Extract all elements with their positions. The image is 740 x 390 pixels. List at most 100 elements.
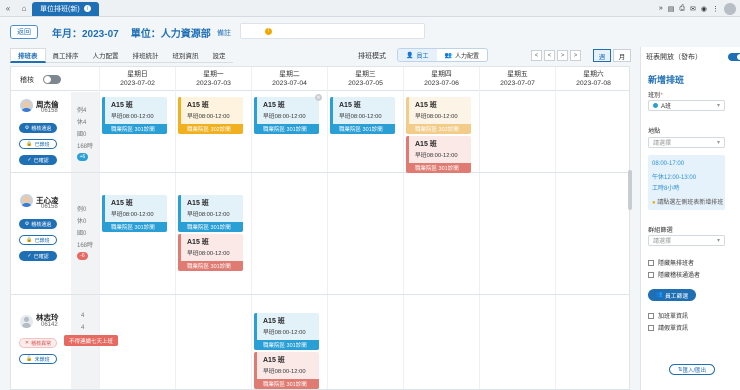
grid-scrollbar[interactable] — [628, 170, 632, 210]
stat-holiday: 國0 — [77, 132, 87, 138]
date: 2023-07-03 — [196, 80, 231, 87]
divider — [479, 91, 480, 389]
shift-info-box: 08:00-17:00 午休12:00-13:00 工時8小時 ● 請點選左側班… — [648, 155, 725, 210]
remove-shift-icon[interactable]: ✕ — [315, 94, 322, 101]
hide-unscheduled-checkbox[interactable]: 隱藏無排班者 — [648, 258, 694, 267]
tab-shift-info[interactable]: 班別資訊 — [165, 48, 206, 63]
location-select[interactable]: 請選擇 — [648, 137, 725, 148]
shift-name: A15 班 — [187, 102, 209, 109]
location-label: 地點 — [648, 128, 661, 135]
shift-card[interactable]: A15 班早班08:00-12:00 職業院區 301診間 — [254, 313, 319, 350]
hide-audited-checkbox[interactable]: 隱藏稽核通過者 — [648, 270, 700, 279]
info-hint: ● 請點選左側班表新增排班 — [652, 197, 723, 206]
mode-staffing[interactable]: 👥 人力配置 — [437, 49, 488, 61]
unlock-icon: 🔓 — [26, 356, 33, 362]
back-button[interactable]: 返回 — [10, 25, 38, 39]
audit-toggle[interactable] — [43, 75, 61, 84]
checkbox[interactable] — [648, 259, 654, 266]
shift-card[interactable]: A15 班早班08:00-12:00 職業院區 301診間 — [330, 97, 395, 134]
date: 2023-07-06 — [424, 80, 459, 87]
group-select[interactable]: 請選擇 — [648, 235, 725, 246]
overtime-info-checkbox[interactable]: 加班單資訊 — [648, 311, 688, 320]
import-export-label: 匯入/匯出 — [682, 367, 707, 374]
shift-card[interactable]: A15 班早班08:00-12:00 職業院區 301診間 — [406, 136, 471, 173]
unlocked-button[interactable]: 🔓 未鎖班 — [19, 354, 57, 364]
shift-card[interactable]: A15 班早班08:00-12:00 職業院區 301診間 — [254, 97, 319, 134]
top-right-tools: » ▤ ⎙ ✉ ◉ ⋮ — [659, 0, 736, 17]
checkbox[interactable] — [648, 271, 654, 278]
collapse-icon[interactable]: « — [0, 0, 16, 16]
print-icon[interactable]: ⎙ — [679, 5, 685, 13]
checkbox[interactable] — [648, 312, 654, 319]
month-view-button[interactable]: 月 — [613, 49, 631, 62]
audit-pass-button[interactable]: ⚙ 稽核通過 — [19, 123, 57, 133]
confirmed-button[interactable]: ✓ 已確認 — [19, 251, 57, 261]
locked-button[interactable]: 🔒 已鎖班 — [19, 235, 57, 245]
audit-pass-button[interactable]: ⚙ 稽核通過 — [19, 219, 57, 229]
more-icon[interactable]: ⋮ — [712, 5, 719, 13]
chat-icon[interactable]: ✉ — [690, 5, 696, 13]
shift-card[interactable]: A15 班早班08:00-12:00 職業院區 301診間 — [178, 195, 243, 232]
date: 2023-07-08 — [576, 80, 611, 87]
row-divider — [11, 172, 629, 173]
divider — [403, 91, 404, 389]
checkbox-label: 請假單資訊 — [658, 326, 689, 332]
panel-title: 新增排班 — [648, 75, 685, 85]
shift-location: 職業院區 302診間 — [181, 124, 243, 134]
shift-card[interactable]: A15 班早班08:00-12:00 職業院區 301診間 — [102, 195, 167, 232]
shift-card[interactable]: A15 班早班08:00-12:00 職業院區 301診間 — [178, 234, 243, 271]
expand-icon[interactable]: » — [659, 5, 663, 12]
stat-hours: 168時 — [77, 243, 94, 249]
tab-schedule[interactable]: 排班表 — [10, 48, 46, 63]
info-hint-text: 請點選左側班表新增排班 — [657, 200, 724, 206]
publish-toggle[interactable] — [728, 53, 740, 61]
leave-info-checkbox[interactable]: 請假單資訊 — [648, 323, 688, 332]
prev-page-button[interactable]: < — [544, 50, 555, 61]
mode-employee[interactable]: 👤 員工 — [398, 49, 437, 61]
lunch-break: 午休12:00-13:00 — [652, 175, 697, 181]
tab-statistics[interactable]: 排班統計 — [125, 48, 166, 63]
shift-card[interactable]: A15 班早班08:00-12:00 職業院區 301診間 — [254, 352, 319, 389]
shift-card[interactable]: A15 班早班08:00-12:00 職業院區 301診間 — [102, 97, 167, 134]
shift-location: 職業院區 301診間 — [257, 124, 319, 134]
shift-location: 職業院區 301診間 — [181, 261, 243, 271]
checkbox[interactable] — [648, 324, 654, 331]
document-icon[interactable]: ▤ — [668, 5, 675, 13]
shift-location: 職業院區 301診間 — [257, 340, 319, 350]
employee-filter-button[interactable]: 👥 員工篩選 — [648, 289, 696, 301]
confirmed-label: 已確認 — [33, 253, 49, 260]
shift-time: 早班08:00-12:00 — [415, 153, 458, 159]
shift-time: 早班08:00-12:00 — [187, 251, 230, 257]
user-avatar[interactable] — [724, 2, 736, 15]
note-field[interactable]: ! — [240, 23, 425, 39]
first-page-button[interactable]: < — [531, 50, 542, 61]
import-export-button[interactable]: ⇅ 匯入/匯出 — [669, 364, 715, 375]
week-view-button[interactable]: 週 — [593, 49, 611, 62]
shift-select[interactable]: A班 — [648, 100, 725, 111]
divider — [327, 91, 328, 389]
home-icon[interactable]: ⌂ — [16, 0, 32, 16]
required-mark: * — [660, 92, 663, 99]
tab-unit-schedule[interactable]: 單位排班(新) i — [32, 1, 99, 16]
last-page-button[interactable]: > — [570, 50, 581, 61]
eye-icon[interactable]: ◉ — [701, 5, 707, 13]
publish-label: 班表開放（發布） — [646, 54, 702, 61]
location-placeholder: 請選擇 — [653, 141, 672, 147]
employee-id: 06158 — [41, 108, 58, 114]
next-page-button[interactable]: > — [557, 50, 568, 61]
shift-location: 職業院區 301診間 — [181, 222, 243, 232]
tab-staffing[interactable]: 人力配置 — [85, 48, 126, 63]
employee-id: 06142 — [41, 322, 58, 328]
audit-error-button[interactable]: ✕ 稽核異常 — [19, 338, 57, 348]
checkbox-label: 加班單資訊 — [658, 314, 689, 320]
shift-card[interactable]: A15 班早班08:00-12:00 職業院區 302診間 — [406, 97, 471, 134]
shift-card[interactable]: A15 班早班08:00-12:00 職業院區 302診間 — [178, 97, 243, 134]
day-header: 星期二 2023-07-04 — [251, 67, 327, 91]
tab-settings[interactable]: 設定 — [205, 48, 233, 63]
confirmed-button[interactable]: ✓ 已確認 — [19, 155, 57, 165]
locked-button[interactable]: 🔒 已鎖班 — [19, 139, 57, 149]
avatar — [20, 99, 33, 112]
tab-employee-order[interactable]: 員工排序 — [45, 48, 86, 63]
shift-location: 職業院區 301診間 — [333, 124, 395, 134]
grid-header: 稽核 星期日 2023-07-02 星期一 2023-07-03 星期二 2023-0… — [11, 67, 629, 91]
